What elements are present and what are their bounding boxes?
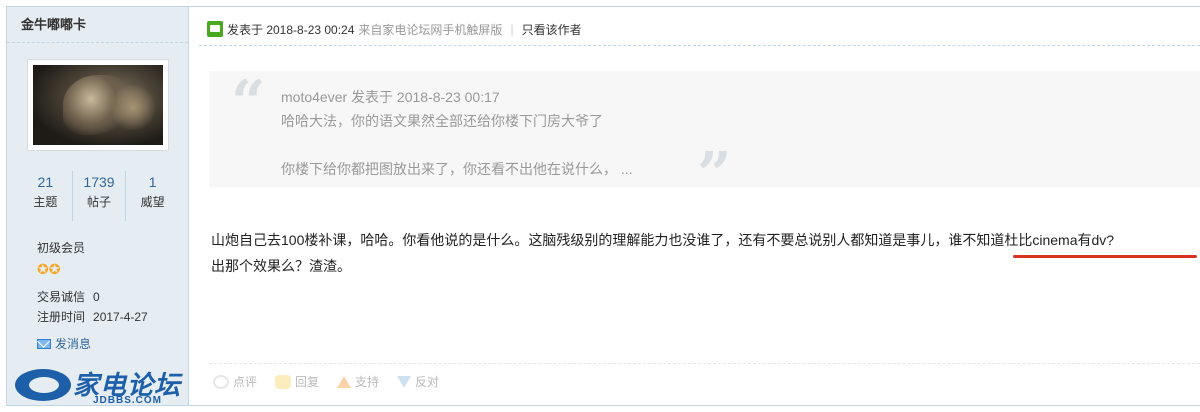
post-source[interactable]: 来自家电论坛网手机触屏版 xyxy=(358,21,502,38)
oppose-label: 反对 xyxy=(415,375,440,389)
author-sidebar: 金牛嘟嘟卡 21 主题 1739 帖子 1 威望 初级会员 ✪✪ 交易诚信 0 xyxy=(7,7,191,407)
stat-posts-value: 1739 xyxy=(83,174,115,190)
stat-prestige-value: 1 xyxy=(148,174,157,190)
actions-divider xyxy=(209,363,1200,364)
trust-label: 交易诚信 xyxy=(37,290,86,304)
reply-button[interactable]: 回复 xyxy=(275,373,319,390)
post-header: 发表于 2018-8-23 00:24 来自家电论坛网手机触屏版 | 只看该作者 xyxy=(207,19,582,39)
mail-icon xyxy=(37,338,51,349)
trust-value: 0 xyxy=(93,290,100,304)
only-author-link[interactable]: 只看该作者 xyxy=(522,21,582,38)
member-rank[interactable]: 初级会员 xyxy=(37,239,85,256)
post-main: 发表于 2018-8-23 00:24 来自家电论坛网手机触屏版 | 只看该作者… xyxy=(189,7,1200,405)
comment-label: 点评 xyxy=(233,375,258,389)
quote-open-icon: “ xyxy=(231,68,266,138)
site-logo: 家电论坛 JDBBS.COM xyxy=(11,363,191,407)
reply-icon xyxy=(275,374,292,389)
support-label: 支持 xyxy=(355,375,380,389)
register-value: 2017-4-27 xyxy=(93,310,148,324)
comment-button[interactable]: 点评 xyxy=(213,373,257,390)
register-row: 注册时间 2017-4-27 xyxy=(37,307,148,327)
logo-swirl-icon xyxy=(15,369,71,401)
support-button[interactable]: 支持 xyxy=(337,373,379,390)
red-underline-annotation xyxy=(1013,255,1197,258)
send-message-label: 发消息 xyxy=(55,337,92,351)
send-message-link[interactable]: 发消息 xyxy=(37,335,91,352)
stat-threads[interactable]: 21 主题 xyxy=(19,171,73,221)
header-divider-line xyxy=(199,45,1200,46)
trust-row: 交易诚信 0 xyxy=(37,287,148,307)
post-frame: 金牛嘟嘟卡 21 主题 1739 帖子 1 威望 初级会员 ✪✪ 交易诚信 0 xyxy=(6,6,1200,406)
post-actions: 点评 回复 支持 反对 xyxy=(213,373,457,390)
thumb-down-icon xyxy=(397,375,412,388)
reply-label: 回复 xyxy=(295,375,320,389)
quote-line-1: 哈哈大法，你的语文果然全部还给你楼下门房大爷了 xyxy=(281,113,603,129)
stat-threads-value: 21 xyxy=(37,174,54,190)
thumb-up-icon xyxy=(337,375,352,388)
post-content: 山炮自己去100楼补课，哈哈。你看他说的是什么。这脑残级别的理解能力也没谁了，还… xyxy=(211,227,1200,279)
stat-threads-label: 主题 xyxy=(33,195,58,209)
stat-prestige-label: 威望 xyxy=(140,195,165,209)
quote-line-2: 你楼下给你都把图放出来了，你还看不出他在说什么， ... xyxy=(281,161,633,177)
quote-author-line: moto4ever 发表于 2018-8-23 00:17 xyxy=(281,89,500,105)
quote-close-icon: ” xyxy=(697,140,732,210)
post-content-line-1: 山炮自己去100楼补课，哈哈。你看他说的是什么。这脑残级别的理解能力也没谁了，还… xyxy=(211,232,1115,248)
rank-stars-icon: ✪✪ xyxy=(37,261,61,277)
comment-icon xyxy=(213,374,229,389)
logo-subtext: JDBBS.COM xyxy=(93,395,163,406)
quote-block: “ moto4ever 发表于 2018-8-23 00:17 哈哈大法，你的语… xyxy=(209,68,1200,205)
post-time: 发表于 2018-8-23 00:24 xyxy=(227,22,355,37)
header-divider: | xyxy=(510,22,514,36)
register-label: 注册时间 xyxy=(37,310,86,324)
stat-posts[interactable]: 1739 帖子 xyxy=(73,171,127,221)
stat-posts-label: 帖子 xyxy=(87,195,112,209)
author-username[interactable]: 金牛嘟嘟卡 xyxy=(7,7,188,43)
author-info: 交易诚信 0 注册时间 2017-4-27 xyxy=(37,287,148,327)
author-stats: 21 主题 1739 帖子 1 威望 xyxy=(19,171,179,221)
avatar[interactable] xyxy=(27,59,169,151)
avatar-image xyxy=(33,65,163,145)
oppose-button[interactable]: 反对 xyxy=(397,373,439,390)
mobile-post-icon xyxy=(207,21,223,37)
stat-prestige[interactable]: 1 威望 xyxy=(126,171,179,221)
